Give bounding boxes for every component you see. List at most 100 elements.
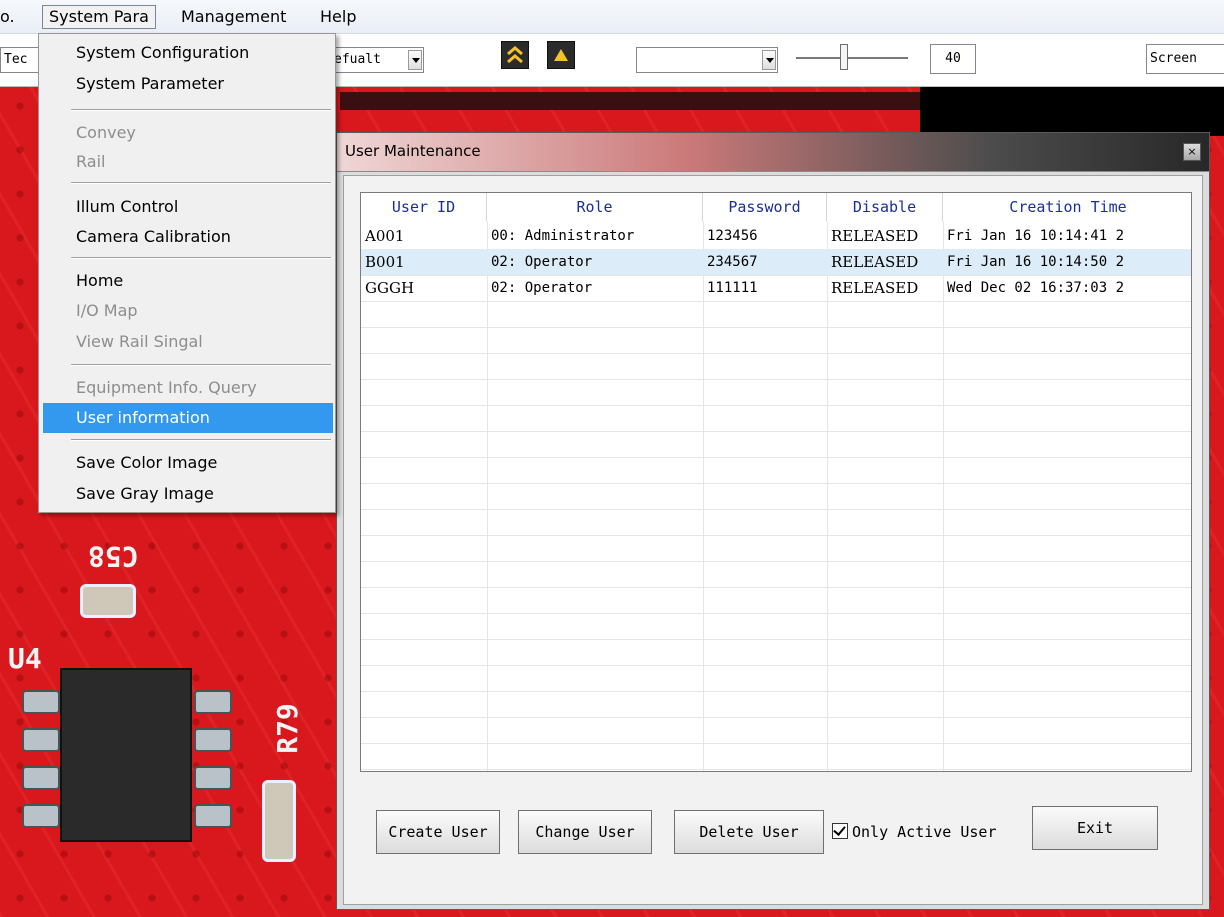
grid-line bbox=[361, 405, 1191, 406]
cell-creation-time: Wed Dec 02 16:37:03 2 bbox=[947, 280, 1125, 296]
pcb-silk-label: U4 bbox=[8, 642, 42, 675]
cell-creation-time: Fri Jan 16 10:14:50 2 bbox=[947, 254, 1125, 270]
column-header-password[interactable]: Password bbox=[703, 193, 827, 221]
dialog-title: User Maintenance bbox=[345, 142, 481, 160]
grid-line bbox=[827, 221, 828, 771]
menu-item-view-rail-singal[interactable]: View Rail Singal bbox=[43, 327, 333, 357]
slider-track[interactable] bbox=[796, 57, 908, 59]
dialog-titlebar[interactable]: User Maintenance × bbox=[337, 133, 1209, 172]
grid-line bbox=[361, 457, 1191, 458]
menu-item-camera-calibration[interactable]: Camera Calibration bbox=[43, 222, 333, 252]
value-combo[interactable] bbox=[636, 47, 778, 73]
menubar: o. System Para Management Help bbox=[0, 0, 1224, 34]
menu-separator bbox=[71, 439, 331, 441]
mode-combo-value: efualt bbox=[334, 52, 381, 67]
only-active-user-label: Only Active User bbox=[852, 823, 997, 841]
checkbox-checked-icon[interactable] bbox=[832, 823, 848, 839]
camera-image-dark-region bbox=[920, 86, 1224, 136]
left-combo[interactable]: Tec bbox=[0, 47, 40, 73]
cell-role: 00: Administrator bbox=[491, 228, 635, 244]
table-row[interactable]: B001 02: Operator 234567 RELEASED Fri Jan 16… bbox=[361, 249, 1191, 275]
left-combo-value: Tec bbox=[4, 52, 28, 67]
cell-disable: RELEASED bbox=[831, 279, 919, 297]
mode-combo[interactable]: efualt bbox=[330, 47, 424, 73]
column-header-user-id[interactable]: User ID bbox=[361, 193, 487, 221]
grid-line bbox=[361, 769, 1191, 770]
pcb-resistor bbox=[262, 780, 296, 862]
grid-line bbox=[361, 301, 1191, 302]
menu-item-save-gray-image[interactable]: Save Gray Image bbox=[43, 479, 333, 509]
close-icon[interactable]: × bbox=[1183, 143, 1201, 161]
grid-line bbox=[361, 613, 1191, 614]
menu-item-equipment-info-query[interactable]: Equipment Info. Query bbox=[43, 373, 333, 403]
grid-line bbox=[361, 691, 1191, 692]
only-active-user-checkbox[interactable]: Only Active User bbox=[832, 822, 1026, 842]
pcb-pad bbox=[194, 804, 232, 828]
menu-system-para[interactable]: System Para bbox=[42, 5, 156, 29]
pcb-pad bbox=[22, 766, 60, 790]
menu-item-rail[interactable]: Rail bbox=[43, 147, 333, 177]
number-box[interactable]: 40 bbox=[930, 44, 976, 74]
screen-button[interactable]: Screen bbox=[1146, 44, 1224, 74]
menu-info[interactable]: o. bbox=[0, 6, 15, 28]
menu-help[interactable]: Help bbox=[320, 6, 356, 28]
cell-password: 234567 bbox=[707, 254, 758, 270]
cell-disable: RELEASED bbox=[831, 253, 919, 271]
grid-line bbox=[361, 743, 1191, 744]
number-box-value: 40 bbox=[945, 51, 961, 66]
cell-role: 02: Operator bbox=[491, 254, 593, 270]
pcb-silk-label: C58 bbox=[88, 540, 139, 573]
exit-button[interactable]: Exit bbox=[1032, 806, 1158, 850]
menu-item-home[interactable]: Home bbox=[43, 266, 333, 296]
menu-separator bbox=[71, 182, 331, 184]
grid-line bbox=[943, 221, 944, 771]
menu-item-convey[interactable]: Convey bbox=[43, 118, 333, 148]
menu-management[interactable]: Management bbox=[181, 6, 286, 28]
cell-user-id: B001 bbox=[365, 253, 405, 271]
pcb-silk-label: R79 bbox=[270, 703, 304, 754]
pcb-pad bbox=[194, 728, 232, 752]
pcb-pad bbox=[194, 690, 232, 714]
grid-line bbox=[361, 379, 1191, 380]
pcb-resistor bbox=[80, 584, 136, 618]
user-maintenance-dialog: User Maintenance × User ID Role Password… bbox=[336, 132, 1210, 910]
cell-user-id: A001 bbox=[365, 227, 405, 245]
menu-item-illum-control[interactable]: Illum Control bbox=[43, 192, 333, 222]
cell-password: 123456 bbox=[707, 228, 758, 244]
grid-line bbox=[361, 535, 1191, 536]
menu-item-user-information[interactable]: User information bbox=[43, 403, 333, 433]
triangle-up-icon[interactable] bbox=[547, 41, 575, 69]
grid-line bbox=[361, 483, 1191, 484]
create-user-button[interactable]: Create User bbox=[376, 810, 500, 854]
grid-line bbox=[361, 431, 1191, 432]
table-row[interactable]: GGGH 02: Operator 111111 RELEASED Wed Dec 02… bbox=[361, 275, 1191, 301]
chevron-down-icon[interactable] bbox=[762, 50, 776, 70]
column-header-role[interactable]: Role bbox=[487, 193, 703, 221]
menu-separator bbox=[71, 109, 331, 111]
screen-button-label: Screen bbox=[1150, 51, 1197, 66]
cell-password: 111111 bbox=[707, 280, 758, 296]
menu-item-i-o-map[interactable]: I/O Map bbox=[43, 296, 333, 326]
pcb-pad bbox=[194, 766, 232, 790]
cell-role: 02: Operator bbox=[491, 280, 593, 296]
pcb-pad bbox=[22, 728, 60, 752]
user-list[interactable]: User ID Role Password Disable Creation T… bbox=[360, 192, 1192, 772]
camera-image-strip bbox=[340, 92, 920, 110]
pcb-pad bbox=[22, 804, 60, 828]
menu-item-save-color-image[interactable]: Save Color Image bbox=[43, 448, 333, 478]
grid-line bbox=[487, 221, 488, 771]
chevron-down-icon[interactable] bbox=[408, 50, 422, 70]
slider-thumb[interactable] bbox=[840, 44, 848, 70]
grid-line bbox=[703, 221, 704, 771]
column-header-disable[interactable]: Disable bbox=[827, 193, 943, 221]
grid-line bbox=[361, 639, 1191, 640]
menu-item-system-parameter[interactable]: System Parameter bbox=[43, 69, 333, 99]
table-row[interactable]: A001 00: Administrator 123456 RELEASED Fri J… bbox=[361, 223, 1191, 249]
cell-disable: RELEASED bbox=[831, 227, 919, 245]
menu-item-system-configuration[interactable]: System Configuration bbox=[43, 38, 333, 68]
column-header-creation-time[interactable]: Creation Time bbox=[943, 193, 1191, 221]
double-up-arrow-icon[interactable] bbox=[501, 41, 529, 69]
change-user-button[interactable]: Change User bbox=[518, 810, 652, 854]
cell-creation-time: Fri Jan 16 10:14:41 2 bbox=[947, 228, 1125, 244]
delete-user-button[interactable]: Delete User bbox=[674, 810, 824, 854]
